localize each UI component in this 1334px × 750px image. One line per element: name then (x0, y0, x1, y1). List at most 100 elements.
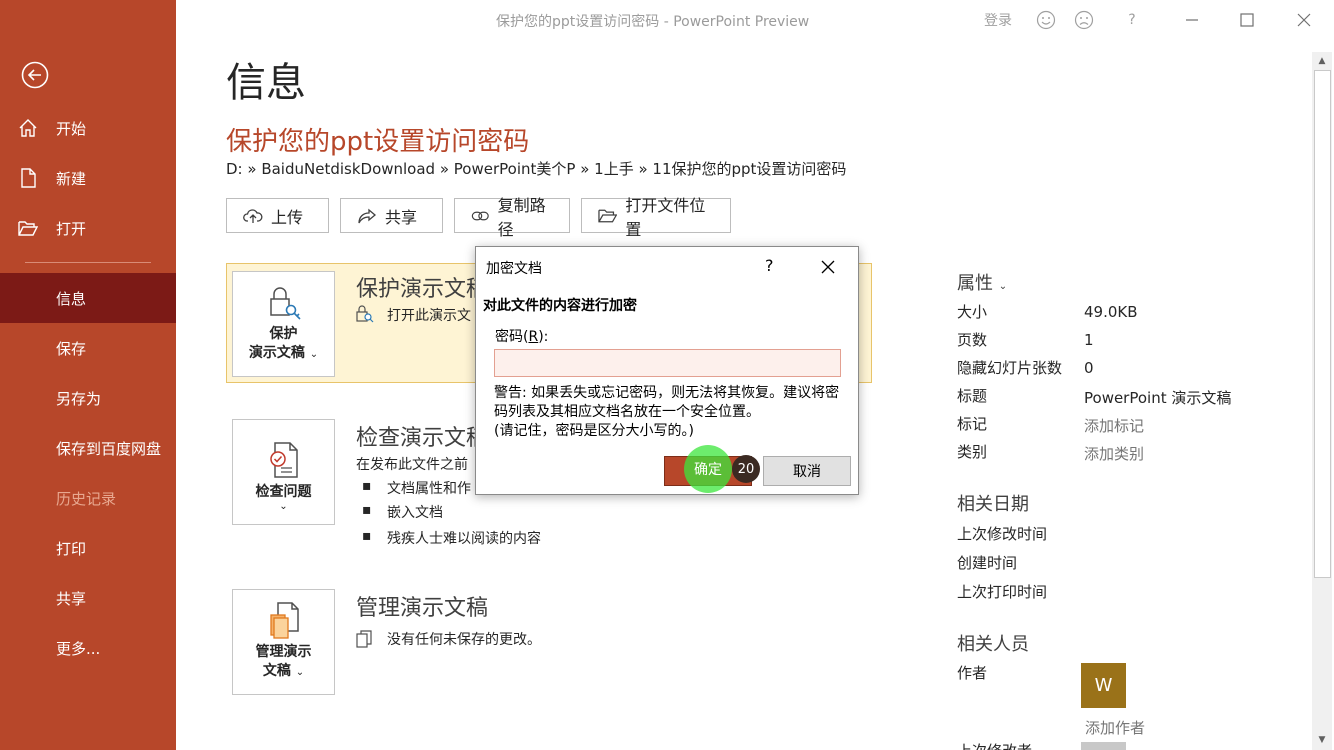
nav-info[interactable]: 信息 (0, 273, 176, 323)
key-search-icon (356, 305, 374, 323)
minimize-icon[interactable] (1182, 8, 1202, 32)
breadcrumb: D: » BaiduNetdiskDownload » PowerPoint美个… (226, 160, 847, 178)
related-people-heading: 相关人员 (957, 634, 1029, 655)
chevron-down-icon: ⌄ (998, 281, 1008, 292)
copy-path-label: 复制路径 (497, 195, 546, 239)
click-marker: 确定 (684, 445, 732, 493)
inspect-bullet-text: 嵌入文档 (387, 505, 443, 521)
prop-value-title[interactable]: PowerPoint 演示文稿 (1084, 387, 1231, 408)
add-category-field[interactable]: 添加类别 (1084, 443, 1144, 464)
nav-new[interactable]: 新建 (0, 153, 176, 203)
protect-tile-line2-row: 演示文稿 ⌄ (249, 344, 318, 364)
protect-desc: 打开此演示文 (387, 308, 471, 324)
prop-label-hidden-slides: 隐藏幻灯片张数 (957, 359, 1063, 377)
folder-open-icon (0, 218, 56, 238)
help-icon[interactable]: ? (1122, 8, 1142, 32)
dialog-close-icon[interactable] (816, 255, 840, 279)
ok-button-label: 确定 (694, 462, 722, 478)
window-close-icon[interactable] (1294, 8, 1314, 32)
nav-print-label: 打印 (56, 539, 87, 558)
case-sensitive-note: (请记住，密码是区分大小写的。) (494, 423, 694, 439)
nav-open-label: 打开 (56, 219, 87, 238)
related-dates-heading: 相关日期 (957, 494, 1029, 515)
nav-save-baidu[interactable]: 保存到百度网盘 (0, 423, 176, 473)
warning-line: 警告: 如果丢失或忘记密码，则无法将其恢复。建议将密码列表及其相应文档名放在一个… (494, 385, 840, 420)
inspect-desc: 在发布此文件之前 (356, 457, 468, 473)
nav-save-as-label: 另存为 (56, 389, 102, 408)
share-button[interactable]: 共享 (340, 198, 443, 233)
add-author-field[interactable]: 添加作者 (1085, 717, 1145, 738)
nav-save-as[interactable]: 另存为 (0, 373, 176, 423)
properties-heading[interactable]: 属性 ⌄ (957, 269, 1007, 295)
document-title: 保护您的ppt设置访问密码 (226, 127, 530, 157)
document-copies-icon (356, 630, 372, 648)
signin-link[interactable]: 登录 (984, 8, 1012, 32)
open-file-location-button[interactable]: 打开文件位置 (581, 196, 731, 239)
upload-icon (243, 208, 263, 223)
inspect-bullet-text: 残疾人士难以阅读的内容 (387, 531, 541, 547)
password-label-key: R (528, 329, 539, 345)
page-title: 信息 (226, 60, 306, 106)
manage-presentation-button[interactable]: 管理演示 文稿 ⌄ (232, 589, 335, 695)
title-bar: 保护您的ppt设置访问密码 - PowerPoint Preview 登录 ? (176, 0, 1334, 40)
add-tags-field[interactable]: 添加标记 (1084, 415, 1144, 436)
nav-save[interactable]: 保存 (0, 323, 176, 373)
smile-feedback-icon[interactable] (1034, 8, 1058, 32)
dialog-help-icon[interactable]: ? (765, 256, 774, 275)
scroll-up-icon[interactable]: ▲ (1312, 52, 1332, 70)
scroll-down-icon[interactable]: ▼ (1312, 731, 1332, 749)
backstage-sidebar: 开始 新建 打开 信息 保存 另存为 保存到百度网盘 历史记录 打印 共享 更多… (0, 0, 176, 750)
new-document-icon (0, 168, 56, 188)
chevron-down-icon: ⌄ (295, 667, 305, 678)
back-button[interactable] (20, 60, 50, 90)
maximize-icon[interactable] (1237, 8, 1257, 32)
password-input[interactable] (494, 349, 841, 377)
inspect-title: 检查演示文稿 (356, 426, 489, 451)
nav-share[interactable]: 共享 (0, 573, 176, 623)
protect-tile-line1: 保护 (269, 326, 298, 342)
nav-history[interactable]: 历史记录 (0, 473, 176, 523)
nav-open[interactable]: 打开 (0, 203, 176, 253)
prop-value-hidden-slides: 0 (1084, 359, 1094, 377)
password-label: 密码(R): (495, 326, 548, 346)
window-title: 保护您的ppt设置访问密码 - PowerPoint Preview (496, 14, 810, 30)
share-label: 共享 (385, 207, 418, 227)
upload-label: 上传 (271, 207, 304, 227)
author-label: 作者 (957, 664, 988, 682)
warning-text: 警告: 如果丢失或忘记密码，则无法将其恢复。建议将密码列表及其相应文档名放在一个… (494, 384, 844, 441)
last-modified-by-label: 上次修改者 (957, 740, 1032, 750)
scroll-thumb[interactable] (1314, 70, 1331, 578)
prop-label-pages: 页数 (957, 331, 988, 349)
lock-key-icon (269, 287, 301, 320)
step-count-badge: 20 (732, 455, 760, 483)
date-label-created: 创建时间 (957, 554, 1018, 572)
inspect-document-icon (269, 442, 298, 478)
prop-label-category: 类别 (957, 443, 988, 461)
inspect-tile-label: 检查问题 (255, 484, 312, 500)
inspect-bullet-text: 文档属性和作 (387, 481, 471, 497)
nav-save-baidu-label: 保存到百度网盘 (56, 439, 162, 458)
prop-value-size: 49.0KB (1084, 303, 1138, 321)
cancel-button[interactable]: 取消 (763, 456, 851, 486)
protect-presentation-button[interactable]: 保护 演示文稿 ⌄ (232, 271, 335, 377)
upload-button[interactable]: 上传 (226, 198, 329, 233)
manage-tile-line2: 文稿 (262, 663, 291, 679)
nav-history-label: 历史记录 (56, 489, 117, 508)
nav-share-label: 共享 (56, 589, 87, 608)
share-icon (358, 208, 377, 223)
dialog-title: 加密文档 (486, 261, 542, 277)
prop-label-size: 大小 (957, 303, 988, 321)
copy-path-button[interactable]: 复制路径 (454, 196, 570, 239)
chevron-down-icon: ⌄ (279, 501, 288, 512)
encrypt-document-dialog: 加密文档 ? 对此文件的内容进行加密 密码(R): 警告: 如果丢失或忘记密码，… (475, 246, 859, 495)
manage-tile-line1: 管理演示 (255, 644, 312, 660)
frown-feedback-icon[interactable] (1072, 8, 1096, 32)
nav-home[interactable]: 开始 (0, 103, 176, 153)
check-issues-button[interactable]: 检查问题 ⌄ (232, 419, 335, 525)
nav-more[interactable]: 更多... (0, 623, 176, 673)
home-icon (0, 118, 56, 138)
sidebar-divider (25, 262, 151, 263)
nav-print[interactable]: 打印 (0, 523, 176, 573)
prop-value-pages: 1 (1084, 331, 1094, 349)
password-label-pre: 密码( (495, 329, 529, 345)
